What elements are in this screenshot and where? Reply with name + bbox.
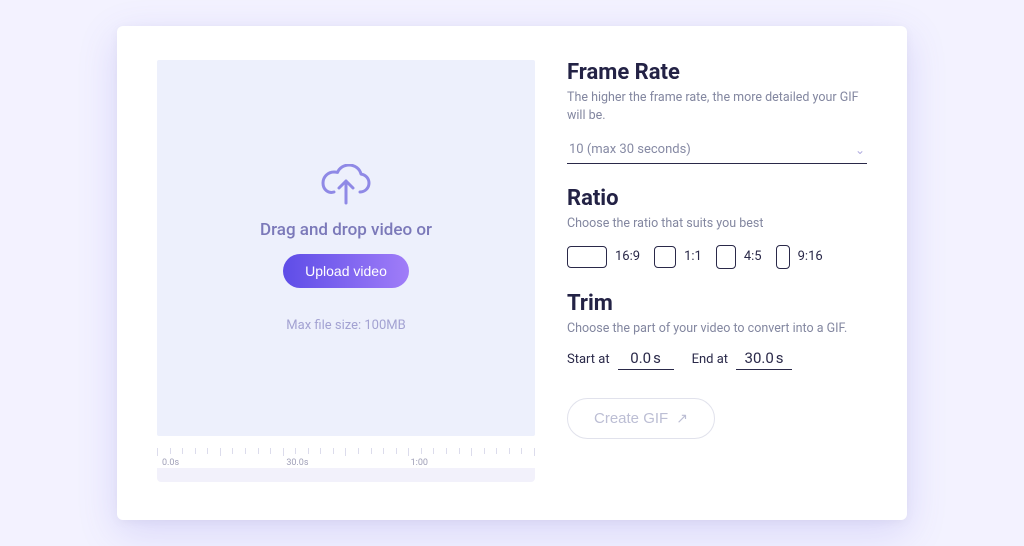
upload-video-button[interactable]: Upload video [283, 254, 409, 288]
timeline[interactable]: 0.0s 30.0s 1:00 [157, 444, 535, 484]
arrow-up-right-icon: ↗ [676, 410, 688, 427]
video-dropzone[interactable]: Drag and drop video or Upload video Max … [157, 60, 535, 436]
ratio-box-16-9 [567, 246, 607, 268]
frame-rate-select[interactable]: 10 (max 30 seconds) ⌄ [567, 136, 867, 164]
ratio-option-4-5[interactable]: 4:5 [716, 245, 762, 269]
ratio-box-4-5 [716, 245, 736, 269]
ratio-box-9-16 [776, 245, 790, 269]
frame-rate-title: Frame Rate [567, 60, 867, 85]
ratio-option-1-1[interactable]: 1:1 [654, 246, 702, 268]
left-pane: Drag and drop video or Upload video Max … [157, 60, 535, 484]
trim-hint: Choose the part of your video to convert… [567, 320, 867, 338]
drop-instruction-text: Drag and drop video or [260, 220, 432, 240]
timeline-ticks [157, 448, 535, 464]
timeline-label-2: 1:00 [411, 458, 535, 468]
trim-start-group: Start at 0.0s [567, 349, 674, 370]
ratio-option-16-9[interactable]: 16:9 [567, 246, 640, 268]
frame-rate-section: Frame Rate The higher the frame rate, th… [567, 60, 867, 164]
trim-end-value: 30.0 [745, 349, 774, 367]
app-card: Drag and drop video or Upload video Max … [117, 26, 907, 520]
trim-end-group: End at 30.0s [692, 349, 792, 370]
timeline-track [157, 468, 535, 482]
frame-rate-select-value: 10 (max 30 seconds) [569, 142, 691, 157]
timeline-label-1: 30.0s [286, 458, 410, 468]
trim-start-label: Start at [567, 352, 610, 367]
ratio-hint: Choose the ratio that suits you best [567, 215, 867, 233]
timeline-labels: 0.0s 30.0s 1:00 [162, 458, 535, 468]
trim-start-value: 0.0 [630, 349, 651, 367]
cloud-upload-icon [320, 164, 372, 206]
trim-title: Trim [567, 291, 867, 316]
create-gif-label: Create GIF [594, 410, 668, 427]
ratio-label-4-5: 4:5 [744, 249, 762, 264]
trim-end-input[interactable]: 30.0s [736, 349, 792, 370]
right-pane: Frame Rate The higher the frame rate, th… [567, 60, 867, 484]
trim-start-input[interactable]: 0.0s [618, 349, 674, 370]
ratio-label-9-16: 9:16 [798, 249, 823, 264]
ratio-options: 16:9 1:1 4:5 9:16 [567, 245, 867, 269]
timeline-label-0: 0.0s [162, 458, 286, 468]
ratio-box-1-1 [654, 246, 676, 268]
ratio-label-16-9: 16:9 [615, 249, 640, 264]
trim-inputs: Start at 0.0s End at 30.0s [567, 349, 867, 370]
trim-end-label: End at [692, 352, 728, 367]
trim-section: Trim Choose the part of your video to co… [567, 291, 867, 371]
ratio-label-1-1: 1:1 [684, 249, 702, 264]
trim-end-unit: s [774, 349, 784, 367]
max-file-size-text: Max file size: 100MB [286, 318, 405, 333]
frame-rate-hint: The higher the frame rate, the more deta… [567, 89, 867, 124]
create-gif-button[interactable]: Create GIF ↗ [567, 398, 715, 439]
trim-start-unit: s [651, 349, 661, 367]
ratio-title: Ratio [567, 186, 867, 211]
chevron-down-icon: ⌄ [855, 143, 865, 157]
ratio-section: Ratio Choose the ratio that suits you be… [567, 186, 867, 269]
ratio-option-9-16[interactable]: 9:16 [776, 245, 823, 269]
